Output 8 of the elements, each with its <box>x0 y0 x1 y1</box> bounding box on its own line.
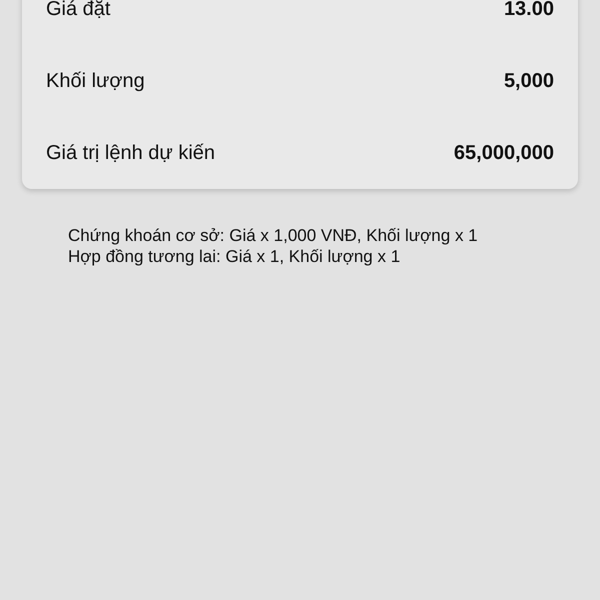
note-text: Chứng khoán cơ sở: Giá x 1,000 VNĐ, Khối lượng x 1 <box>68 225 479 246</box>
field-label: Giá đặt <box>46 0 110 20</box>
field-value: 65,000,000 <box>454 142 554 164</box>
field-value: 5,000 <box>504 70 554 92</box>
field-label: Khối lượng <box>46 70 145 92</box>
field-label: Giá trị lệnh dự kiến <box>46 142 216 164</box>
note-text: Hợp đồng tương lai: Giá x 1, Khối lượng x 1 <box>68 246 402 267</box>
field-value: 13.00 <box>504 0 554 20</box>
